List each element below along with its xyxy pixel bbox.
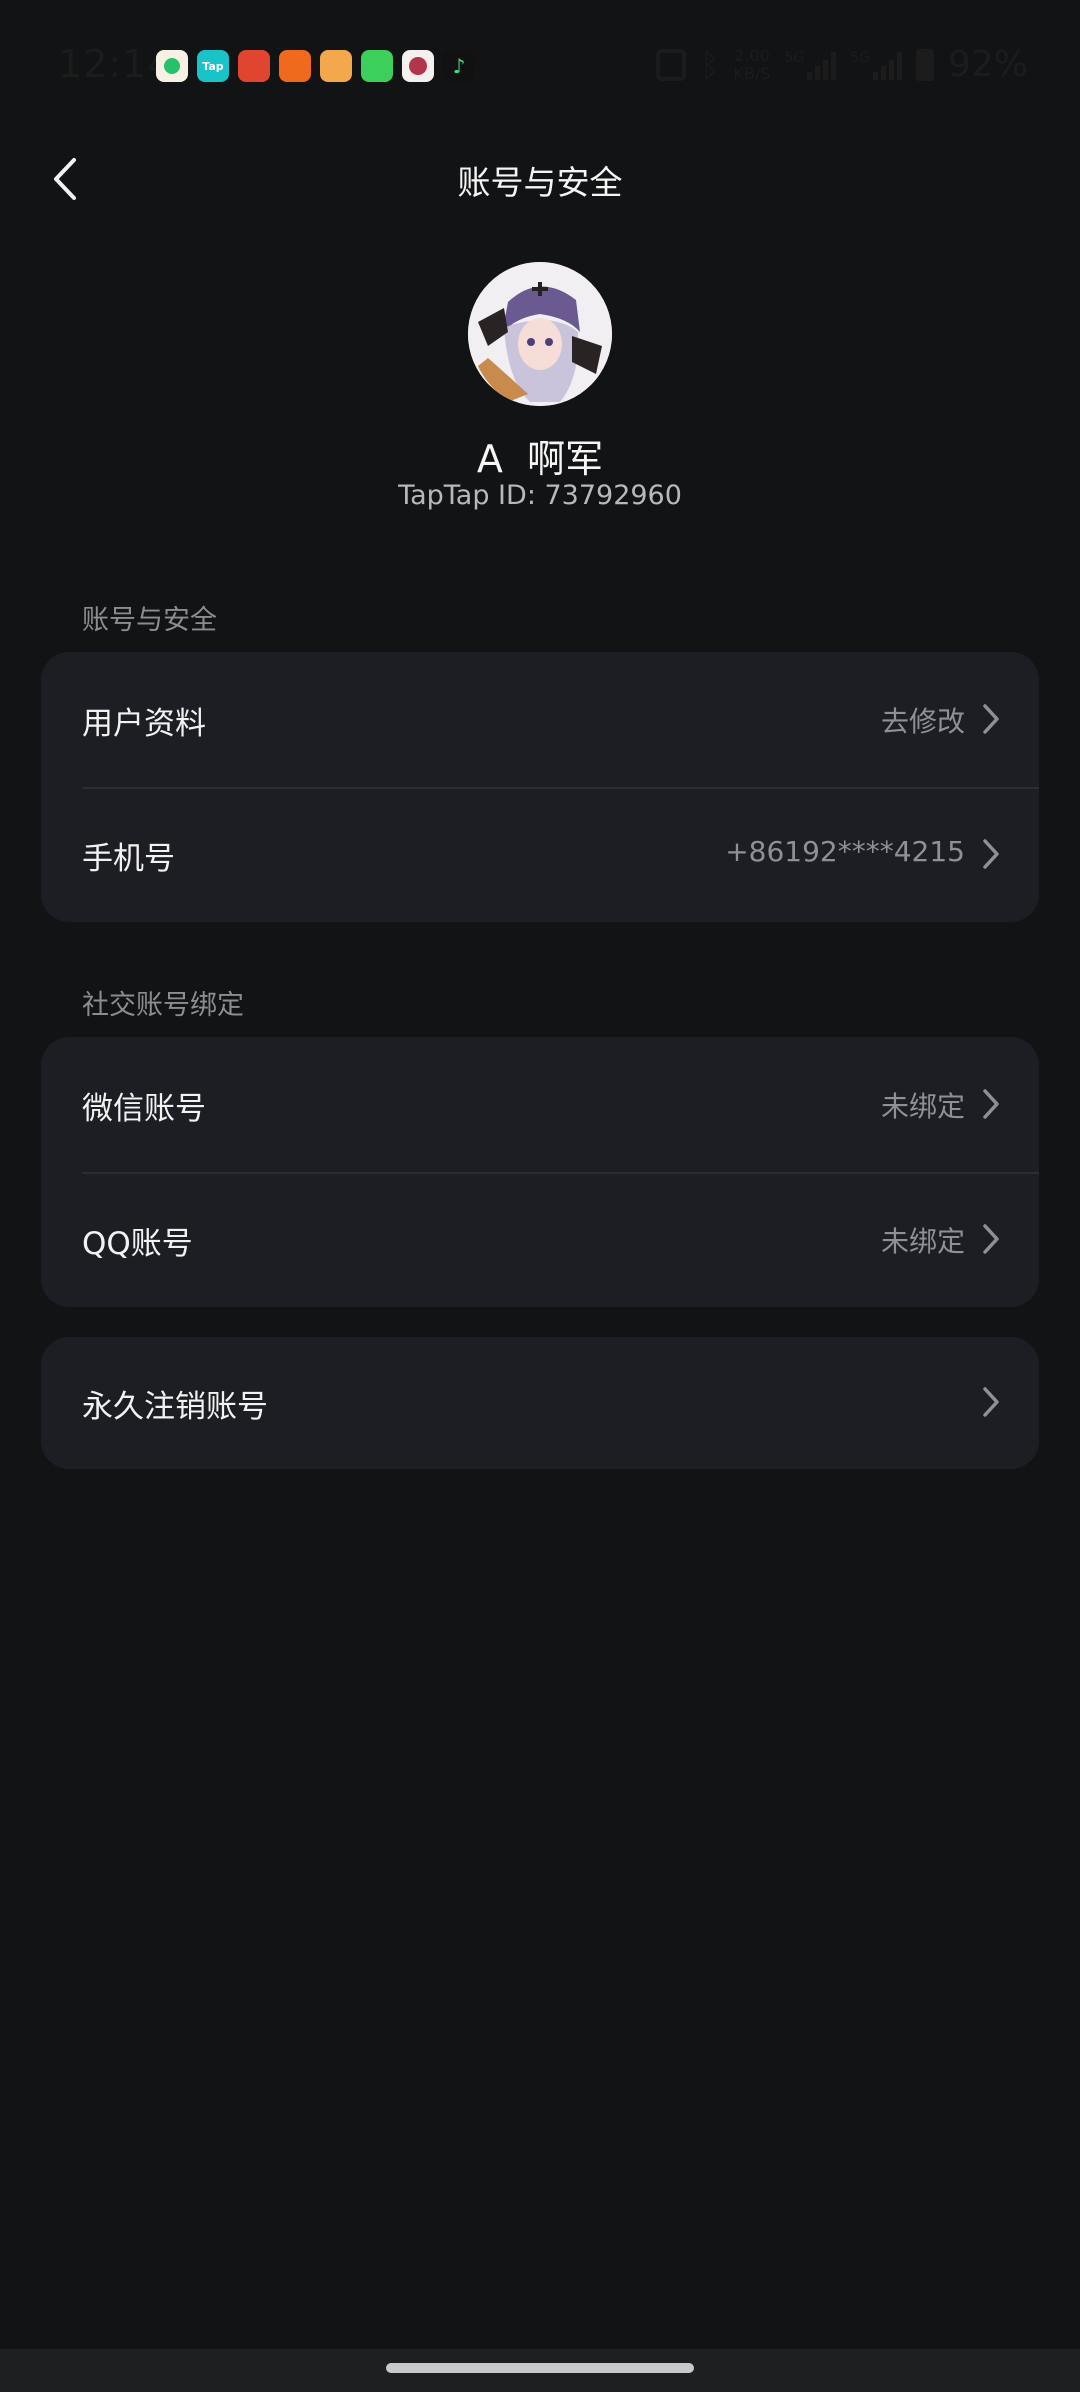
nfc-icon [656,48,687,81]
shopping-app-icon [279,50,311,82]
bluetooth-icon: ᛒ [700,45,720,84]
profile-name: A 啊军 [476,437,604,481]
system-icons: ᛒ 2.00 KB/S 5G 5G 92% [656,44,1028,85]
chevron-right-icon [983,1224,999,1254]
page-title: 账号与安全 [457,163,623,202]
signal-icon-sim1: 5G [784,50,837,80]
taptap-icon: Tap [197,50,229,82]
message-app-icon [361,50,393,82]
row-label: QQ账号 [82,1226,193,1262]
row-value: 去修改 [880,705,965,738]
game-app-icon [238,50,270,82]
section-label-account: 账号与安全 [82,605,217,636]
row-label: 微信账号 [82,1091,206,1127]
notification-icons: Tap ♪ [156,50,475,82]
battery-percent: 92% [947,44,1028,85]
section-label-social: 社交账号绑定 [82,990,244,1021]
chevron-right-icon [983,1387,999,1417]
row-value: 未绑定 [880,1225,965,1258]
user-profile-row[interactable]: 用户资料 去修改 [41,652,1039,787]
row-value: +86192****4215 [725,835,965,868]
phone-number-row[interactable]: 手机号 +86192****4215 [41,787,1039,922]
avatar-app-icon [402,50,434,82]
battery-icon [915,48,934,81]
video-app-icon [156,50,188,82]
taptap-id: TapTap ID: 73792960 [398,480,682,511]
row-label: 永久注销账号 [82,1389,268,1425]
home-indicator[interactable] [386,2363,694,2373]
qq-account-row[interactable]: QQ账号 未绑定 [41,1172,1039,1307]
wechat-account-row[interactable]: 微信账号 未绑定 [41,1037,1039,1172]
row-label: 手机号 [82,841,175,877]
avatar-image [468,262,612,406]
top-bar: 账号与安全 [0,134,1080,224]
avatar[interactable] [468,262,612,406]
delete-account-row[interactable]: 永久注销账号 [41,1337,1039,1469]
chevron-right-icon [983,839,999,869]
account-card: 用户资料 去修改 手机号 +86192****4215 [41,652,1039,922]
delete-account-card: 永久注销账号 [41,1337,1039,1469]
row-label: 用户资料 [82,706,206,742]
network-speed: 2.00 KB/S [733,45,771,83]
status-bar: 12:14 Tap ♪ ᛒ 2.00 KB/S 5G 5G 92% [0,0,1080,134]
signal-icon-sim2: 5G [850,50,902,80]
row-value: 未绑定 [880,1090,965,1123]
chevron-right-icon [983,1089,999,1119]
music-app-icon: ♪ [443,50,475,82]
chevron-right-icon [983,704,999,734]
play-app-icon [320,50,352,82]
social-card: 微信账号 未绑定 QQ账号 未绑定 [41,1037,1039,1307]
